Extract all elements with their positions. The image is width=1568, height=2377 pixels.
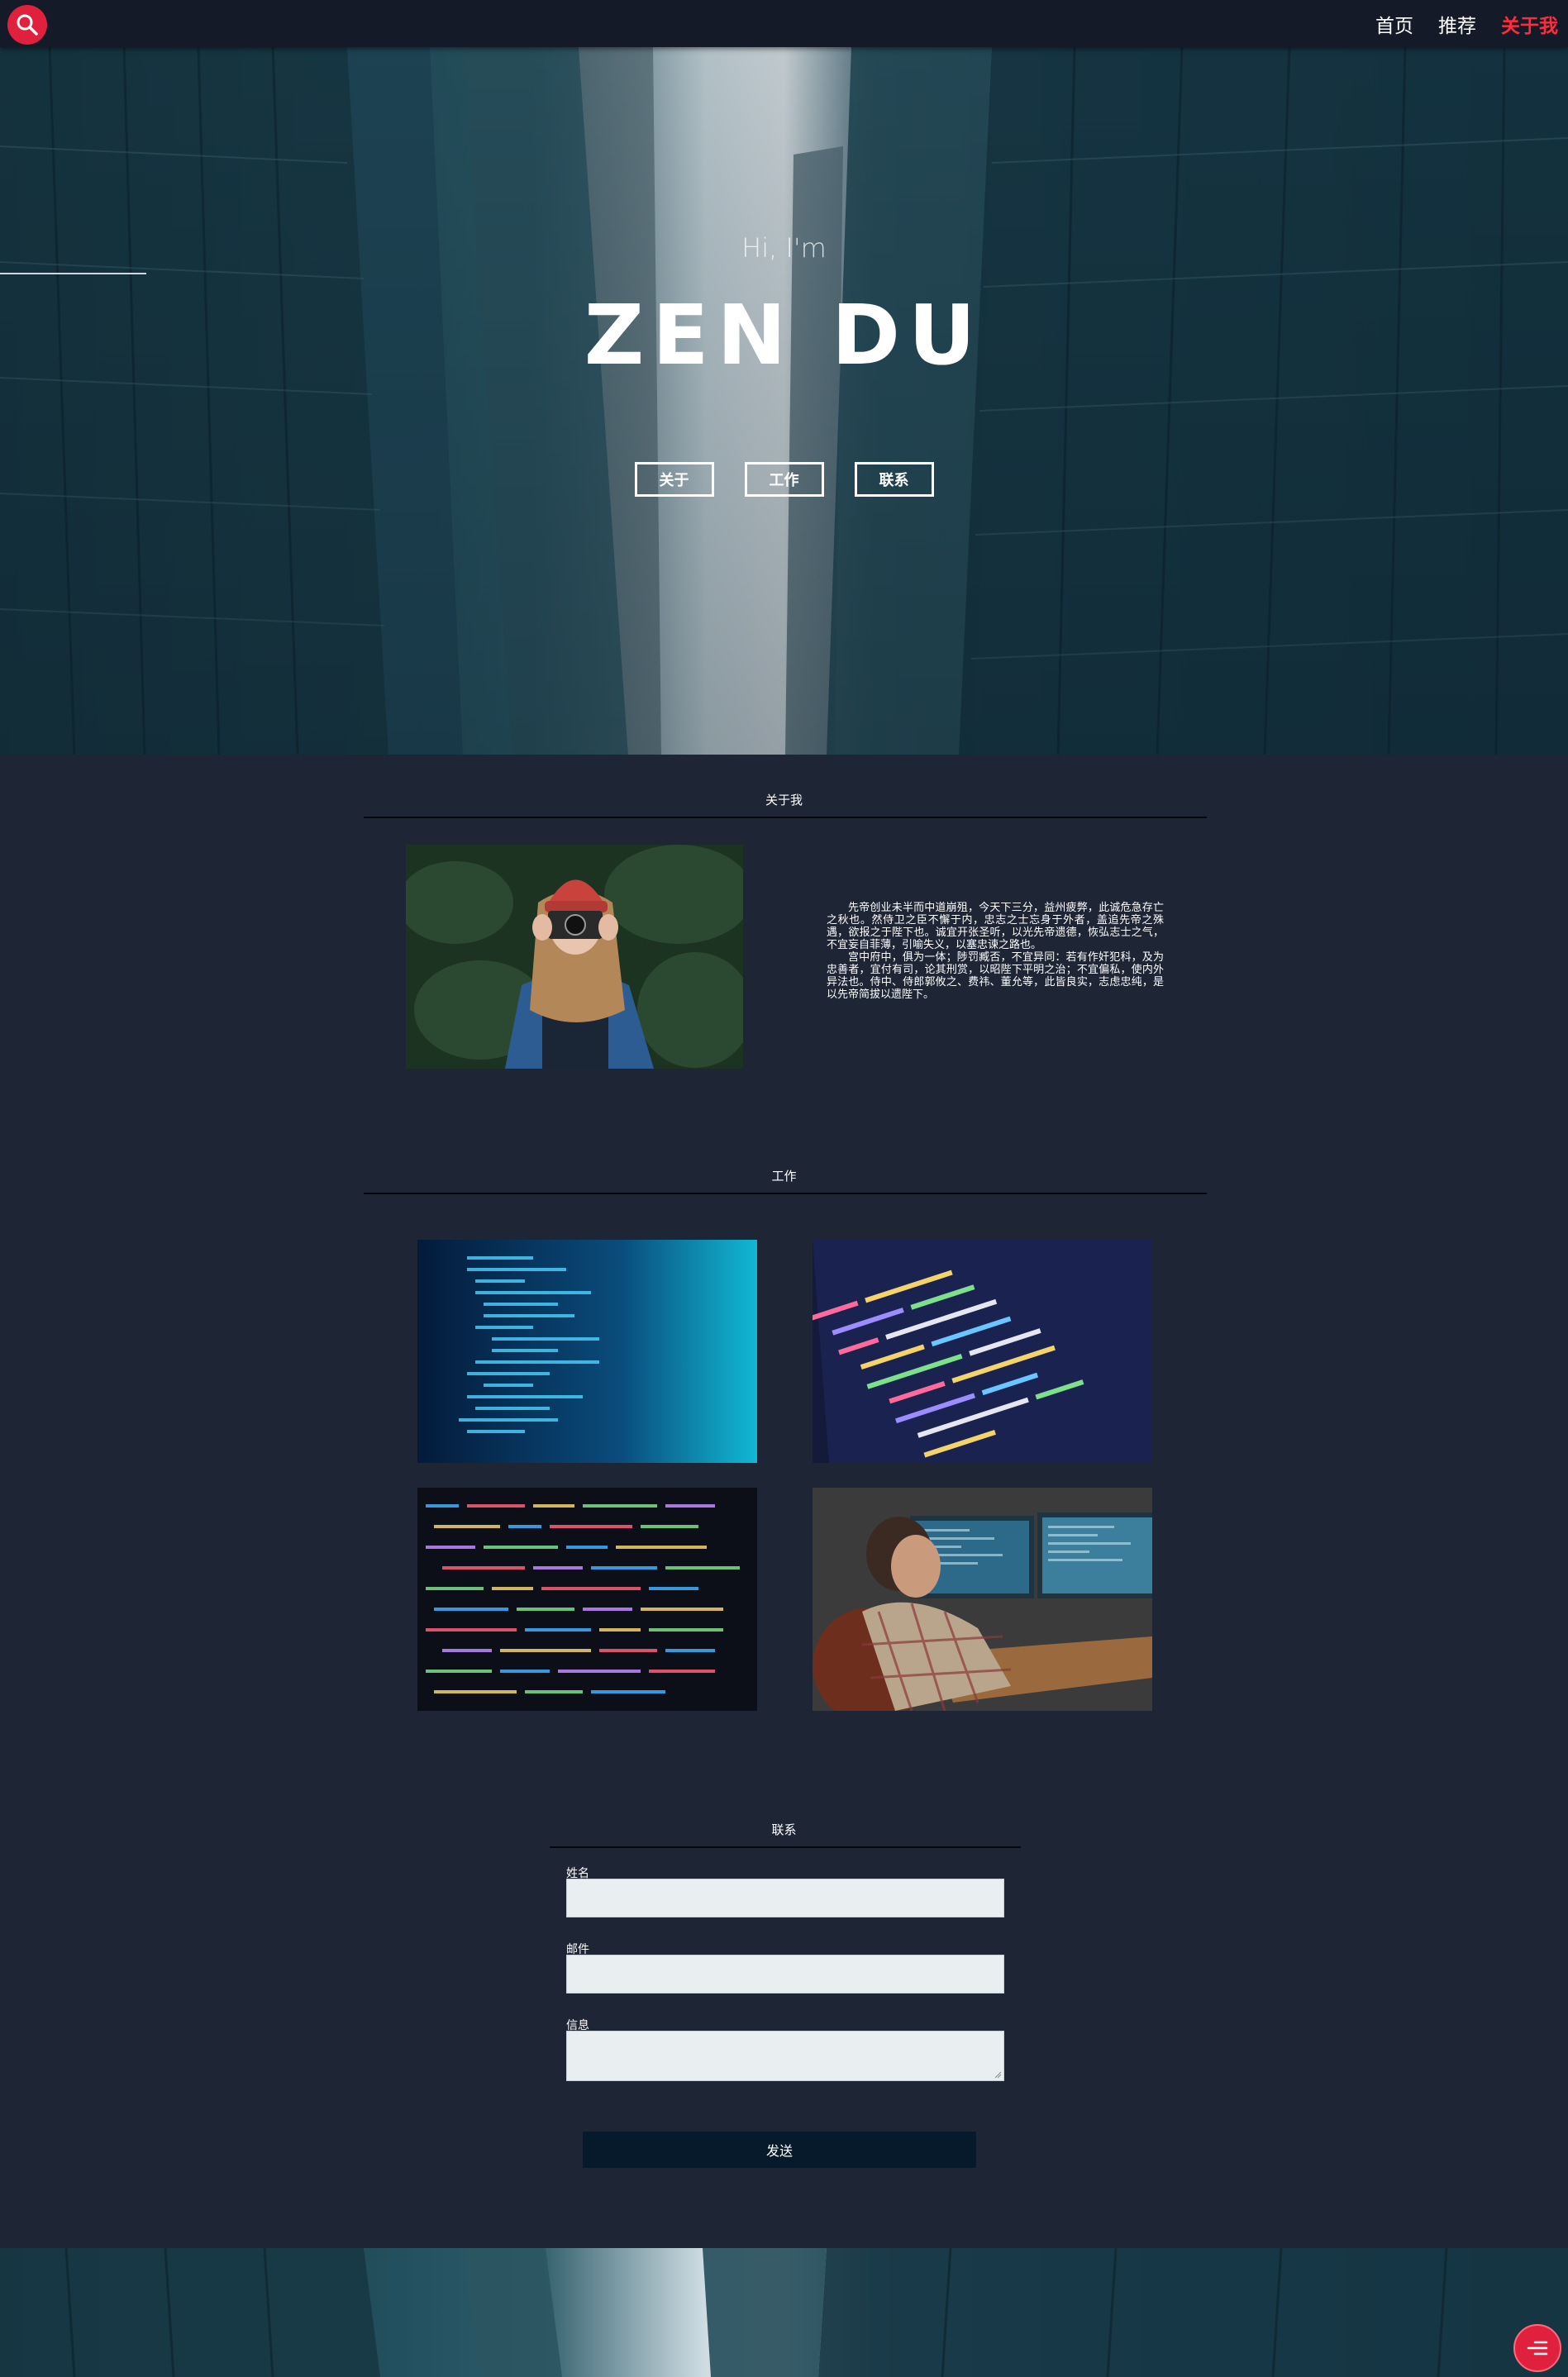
work-image-4[interactable] [813, 1488, 1152, 1711]
contact-section-title: 联系 [771, 1822, 797, 1837]
resize-handle-icon[interactable] [994, 2070, 1002, 2079]
hero-greeting: Hi, I'm [741, 232, 827, 264]
main-nav: 首页 推荐 关于我 [1375, 0, 1558, 47]
contact-divider [550, 1846, 1021, 1848]
about-section-title: 关于我 [765, 793, 803, 807]
work-image-2[interactable] [813, 1240, 1152, 1463]
nav-item-about-me[interactable]: 关于我 [1501, 10, 1558, 38]
about-divider [364, 817, 1207, 818]
hero-work-button[interactable]: 工作 [744, 462, 824, 497]
hero-accent-line [0, 273, 146, 274]
email-field[interactable] [566, 1955, 1004, 1994]
floating-menu-button[interactable] [1513, 2324, 1561, 2372]
work-image-1[interactable] [417, 1240, 757, 1463]
menu-icon [1527, 2341, 1548, 2356]
hero-banner: Hi, I'm ZEN DU 关于 工作 联系 [0, 47, 1568, 755]
hero-contact-button[interactable]: 联系 [854, 462, 934, 497]
about-paragraph: 先帝创业未半而中道崩殂，今天下三分，益州疲弊，此诚危急存亡之秋也。然侍卫之臣不懈… [827, 902, 1164, 951]
footer-background-image [0, 2248, 1568, 2377]
name-field[interactable] [566, 1879, 1004, 1917]
search-icon [17, 14, 38, 36]
about-paragraph: 宫中府中，俱为一体；陟罚臧否，不宜异同：若有作奸犯科，及为忠善者，宜付有司，论其… [827, 951, 1164, 1001]
hero-about-button[interactable]: 关于 [634, 462, 714, 497]
work-section-title: 工作 [771, 1169, 797, 1184]
work-image-3[interactable] [417, 1488, 757, 1711]
work-divider [364, 1193, 1207, 1194]
nav-item-recommend[interactable]: 推荐 [1438, 10, 1476, 38]
about-description: 先帝创业未半而中道崩殂，今天下三分，益州疲弊，此诚危急存亡之秋也。然侍卫之臣不懈… [827, 902, 1164, 1001]
send-button[interactable]: 发送 [583, 2132, 976, 2168]
hero-name: ZEN DU [584, 287, 984, 383]
message-textarea[interactable] [566, 2031, 1004, 2081]
nav-item-home[interactable]: 首页 [1375, 10, 1413, 38]
hero-button-group: 关于 工作 联系 [0, 462, 1568, 497]
top-navbar: 首页 推荐 关于我 [0, 0, 1568, 47]
about-photo [406, 845, 743, 1069]
search-button[interactable] [7, 5, 47, 45]
